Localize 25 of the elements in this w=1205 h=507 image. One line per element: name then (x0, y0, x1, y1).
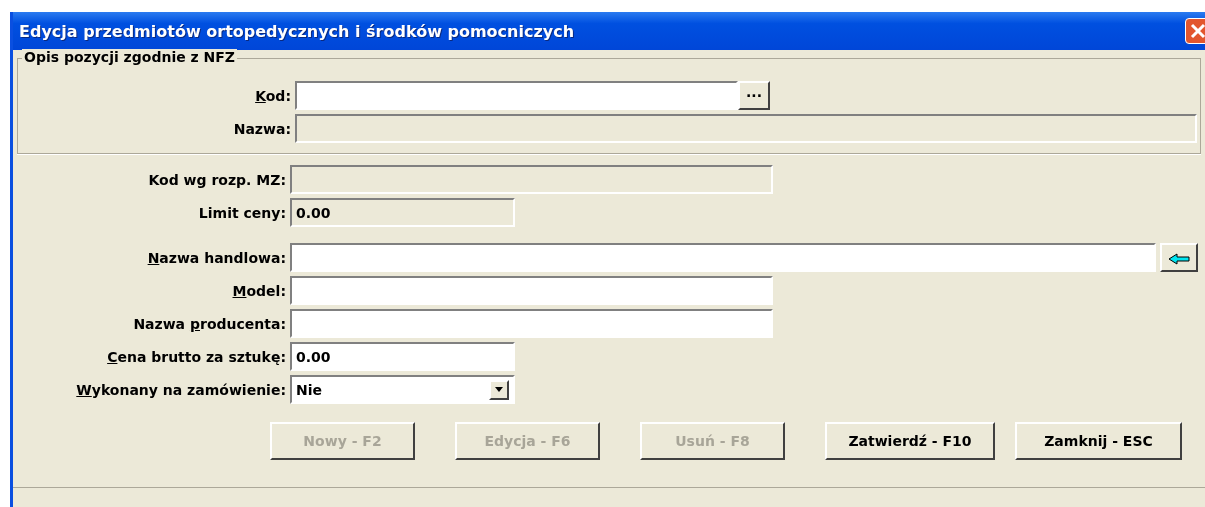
field-label: Nazwa handlowa: (146, 249, 287, 266)
action-button[interactable]: Zamknij - ESC (1015, 422, 1182, 460)
close-button[interactable] (1185, 18, 1205, 44)
text-field[interactable] (290, 276, 773, 305)
field-label: Kod: (254, 87, 292, 104)
text-field[interactable]: 0.00 (290, 342, 515, 371)
text-field[interactable] (290, 309, 773, 338)
dropdown[interactable]: Nie (290, 375, 515, 404)
window-title: Edycja przedmiotów ortopedycznych i środków pomocniczych (19, 21, 575, 41)
browse-button[interactable]: ··· (738, 81, 770, 110)
caret-icon (494, 386, 504, 393)
field-label: Kod wg rozp. MZ: (147, 171, 287, 188)
text-field[interactable] (290, 243, 1156, 272)
action-button[interactable]: Zatwierdź - F10 (825, 422, 995, 460)
arrow-button[interactable] (1160, 243, 1198, 272)
field-label: Model: (231, 282, 287, 299)
field-label: Wykonany na zamówienie: (75, 381, 287, 398)
field-label: Nazwa producenta: (132, 315, 287, 332)
field-label: Limit ceny: (197, 204, 287, 221)
group-title: Opis pozycji zgodnie z NFZ (22, 49, 237, 65)
field-label: Nazwa: (232, 120, 292, 137)
close-icon (1190, 23, 1205, 39)
field-label: Cena brutto za sztukę: (106, 348, 287, 365)
text-field[interactable] (295, 81, 738, 110)
arrow-left-icon (1168, 252, 1190, 265)
